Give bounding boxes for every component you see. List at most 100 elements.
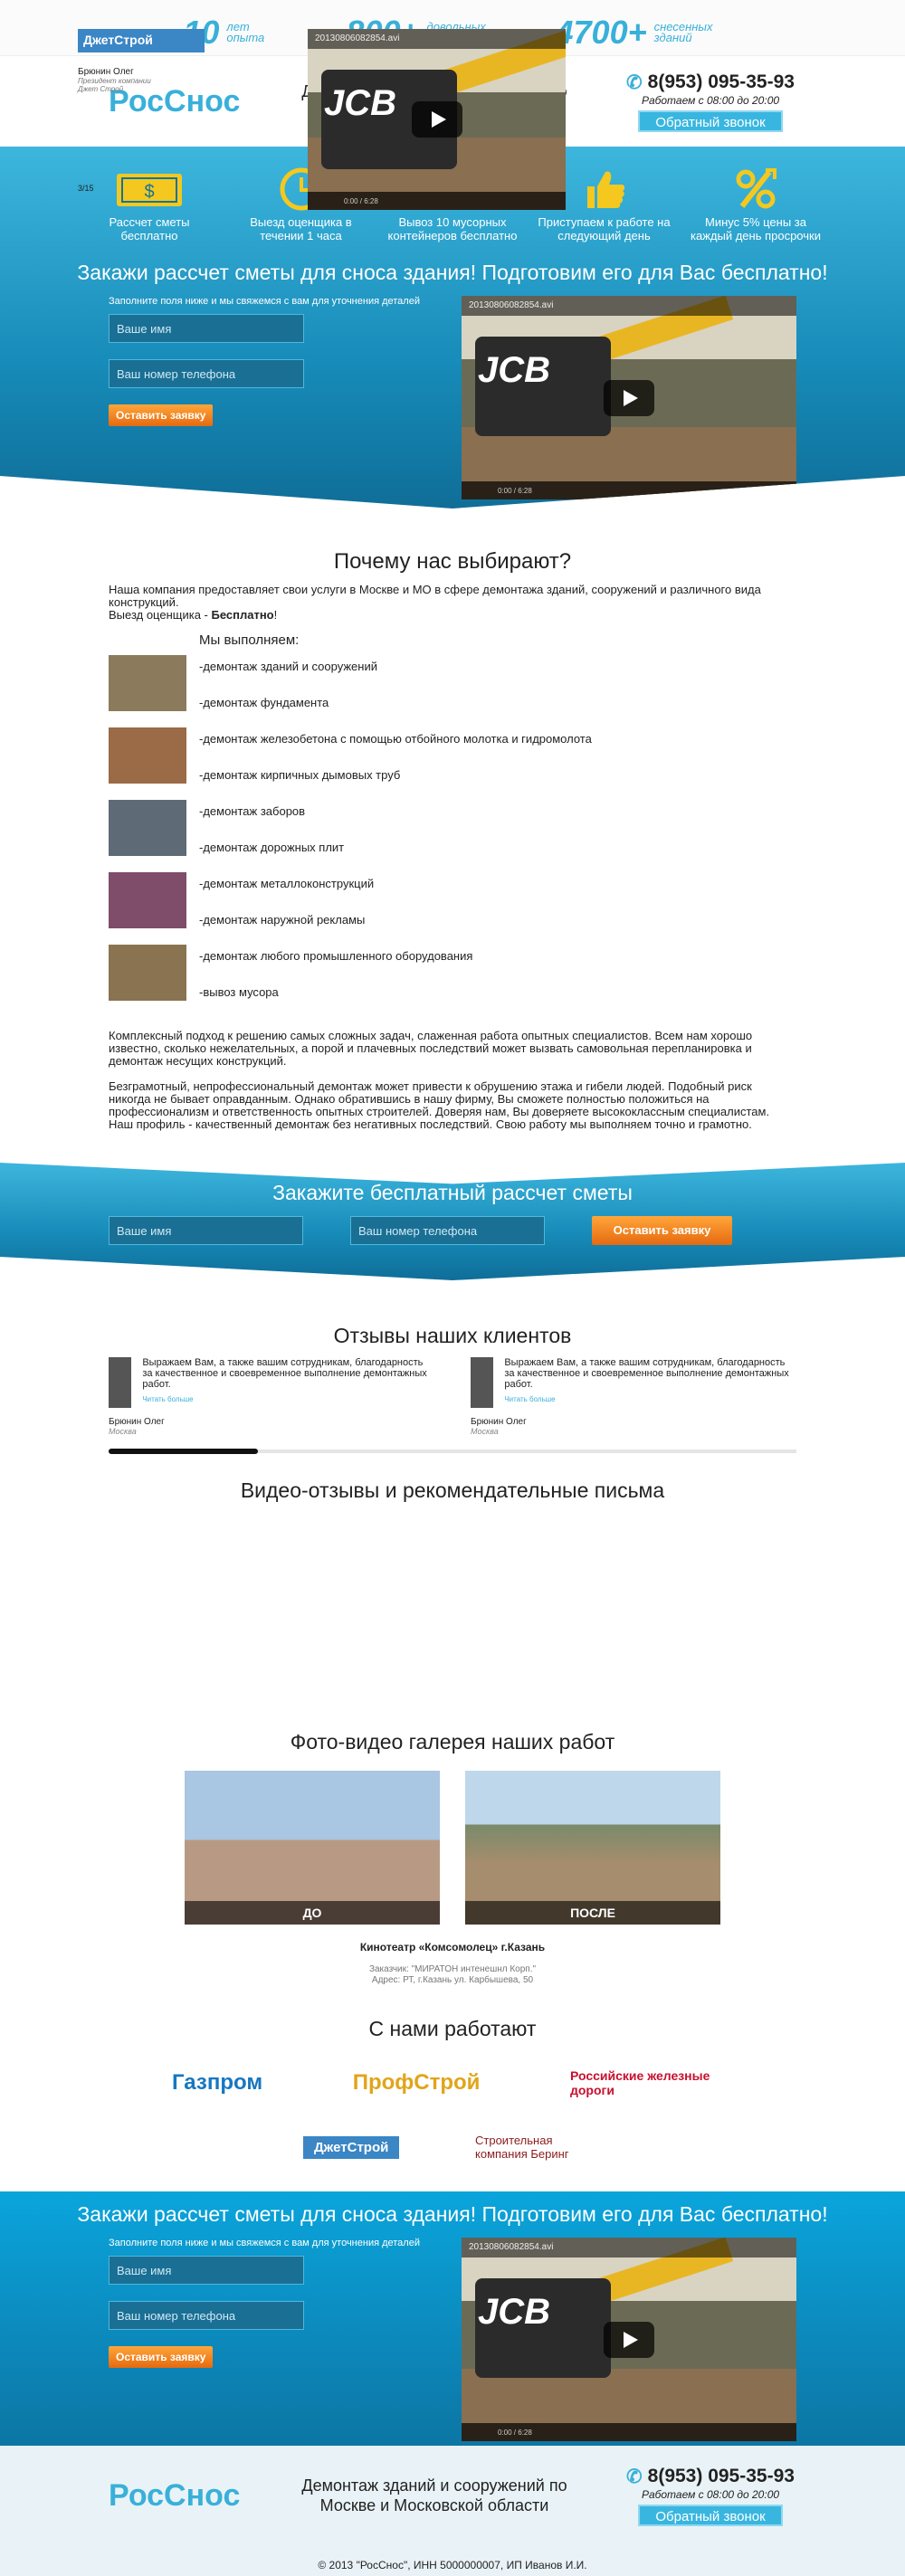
footer-header: РосСнос Демонтаж зданий и сооружений по … — [0, 2446, 905, 2554]
partner-logo: Строительная компания Беринг — [475, 2134, 569, 2161]
video-time: 0:00 / 6:28 — [308, 192, 566, 210]
hero-form: Заполните поля ниже и мы свяжемся с вам … — [109, 296, 434, 499]
person-role: Президент компании — [78, 77, 151, 85]
phone-input[interactable]: Ваш номер телефона — [350, 1216, 545, 1245]
submit-button[interactable]: Оставить заявку — [592, 1216, 732, 1245]
play-icon[interactable] — [604, 2321, 654, 2358]
bottom-title: Закажи рассчет сметы для сноса здания! П… — [77, 2202, 828, 2226]
logo[interactable]: РосСнос — [109, 2478, 244, 2514]
bottom-form-row: Заполните поля ниже и мы свяжемся с вам … — [109, 2238, 796, 2441]
why-title: Почему нас выбирают? — [333, 549, 572, 574]
stat-label: лет опыта — [226, 19, 265, 44]
person-name: Брюнин Олег — [78, 67, 134, 77]
video-player[interactable]: JCB 20130806082854.avi 0:00 / 6:28 — [462, 2238, 796, 2441]
order-form: Ваше имя Ваш номер телефона Оставить зая… — [109, 1216, 796, 1245]
service-item: -демонтаж зданий и сооружений — [199, 660, 377, 673]
feature-text: Выезд оценщика в течении 1 часа — [250, 215, 352, 242]
feature-text: Вывоз 10 мусорных контейнеров бесплатно — [387, 215, 518, 242]
phone-input[interactable]: Ваш номер телефона — [109, 2301, 304, 2330]
video-player[interactable]: JCB 20130806082854.avi 0:00 / 6:28 — [462, 296, 796, 499]
video-time: 0:00 / 6:28 — [462, 2423, 796, 2441]
footer-contacts: ✆ 8(953) 095-35-93 Работаем с 08:00 до 20… — [624, 2466, 796, 2526]
phone-number[interactable]: ✆ 8(953) 095-35-93 — [624, 2466, 796, 2488]
service-item: -демонтаж железобетона с помощью отбойно… — [199, 732, 592, 746]
review-author: Брюнин Олег Москва — [109, 1417, 165, 1436]
partners-title: С нами работают — [368, 2017, 537, 2040]
stat-label: снесенных зданий — [653, 19, 713, 44]
video-title: 20130806082854.avi — [308, 29, 566, 49]
name-input[interactable]: Ваше имя — [109, 2256, 304, 2285]
hero-form-row: Заполните поля ниже и мы свяжемся с вам … — [109, 296, 796, 499]
service-photo — [109, 945, 186, 1001]
partner-logo: ПрофСтрой — [352, 2070, 481, 2095]
reviews-scrollbar[interactable] — [109, 1449, 796, 1454]
why-paragraph: Безграмотный, непрофессиональный демонта… — [109, 1079, 770, 1131]
partner-logo: ДжетСтрой — [303, 2135, 400, 2159]
why-section: Почему нас выбирают? Наша компания предо… — [109, 549, 796, 1131]
after-photo[interactable]: ПОСЛЕ — [465, 1771, 720, 1925]
feature-text: Приступаем к работе на следующий день — [538, 215, 671, 242]
address-line: Адрес: РТ, г.Казань ул. Карбышева, 50 — [371, 1975, 534, 1985]
scroll-thumb[interactable] — [109, 1449, 258, 1454]
video-brand: JCB — [478, 2292, 551, 2332]
partners-row: Газпром ПрофСтрой Российские железные до… — [172, 2068, 733, 2097]
service-item: -вывоз мусора — [199, 985, 279, 999]
service-item: -демонтаж любого промышленного оборудова… — [199, 949, 473, 963]
bottom-form: Заполните поля ниже и мы свяжемся с вам … — [109, 2238, 434, 2441]
stat-number: 4700+ — [555, 13, 647, 51]
before-photo[interactable]: ДО — [185, 1771, 440, 1925]
service-photo — [109, 800, 186, 856]
phone-number[interactable]: ✆ 8(953) 095-35-93 — [624, 71, 796, 94]
submit-button[interactable]: Оставить заявку — [109, 2346, 214, 2368]
before-label: ДО — [185, 1901, 440, 1925]
after-label: ПОСЛЕ — [465, 1901, 720, 1925]
gallery-section: Фото-видео галерея наших работ ‹ › ДО ПО… — [109, 1730, 796, 1986]
reviews-section: Отзывы наших клиентов Выражаем Вам, а та… — [109, 1324, 796, 1454]
feature-text: Рассчет сметы бесплатно — [109, 215, 190, 242]
header-contacts: ✆ 8(953) 095-35-93 Работаем с 08:00 до 20… — [624, 71, 796, 132]
read-more-link[interactable]: Читать больше — [142, 1395, 434, 1403]
gallery-images: ДО ПОСЛЕ — [109, 1771, 796, 1925]
name-input[interactable]: Ваше имя — [109, 314, 304, 343]
visit-line: Выезд оценщика - Бесплатно! — [109, 608, 278, 622]
stat-buildings: 4700+ снесенных зданий — [556, 9, 722, 55]
why-paragraph: Комплексный подход к решению самых сложн… — [109, 1029, 753, 1068]
client-line: Заказчик: "МИРАТОН интенешнл Корп." — [368, 1964, 537, 1974]
feature-text: Минус 5% цены за каждый день просрочки — [691, 215, 821, 242]
working-hours: Работаем с 08:00 до 20:00 — [641, 93, 780, 107]
phone-input[interactable]: Ваш номер телефона — [109, 359, 304, 388]
video-reviews-section: Видео-отзывы и рекомендательные письма ‹… — [78, 29, 796, 1687]
video-time: 0:00 / 6:28 — [462, 481, 796, 499]
reviews-list: Выражаем Вам, а также вашим сотрудникам,… — [109, 1357, 796, 1437]
video-reviews-title: Видео-отзывы и рекомендательные письма — [240, 1478, 665, 1502]
service-item: -демонтаж наружной рекламы — [199, 913, 366, 927]
company-logo: ДжетСтрой — [78, 29, 205, 52]
partner-logo: Газпром — [172, 2070, 263, 2095]
play-icon[interactable] — [411, 101, 462, 138]
name-input[interactable]: Ваше имя — [109, 1216, 303, 1245]
copyright: © 2013 "РосСнос", ИНН 5000000007, ИП Ива… — [0, 2554, 905, 2576]
review-card: Выражаем Вам, а также вашим сотрудникам,… — [109, 1357, 434, 1437]
read-more-link[interactable]: Читать больше — [504, 1395, 796, 1403]
phone-icon: ✆ — [626, 2466, 643, 2487]
service-item: -демонтаж фундамента — [199, 696, 329, 709]
review-text: Выражаем Вам, а также вашим сотрудникам,… — [142, 1357, 427, 1390]
video-title: 20130806082854.avi — [462, 2238, 796, 2258]
callback-button[interactable]: Обратный звонок — [638, 109, 783, 132]
play-icon[interactable] — [604, 379, 654, 416]
person-company: Джет Строй — [78, 85, 124, 93]
video-brand: JCB — [478, 350, 551, 390]
object-name: Кинотеатр «Комсомолец» г.Казань — [359, 1941, 546, 1953]
service-photo — [109, 655, 186, 711]
order-section: Закажите бесплатный рассчет сметы Ваше и… — [0, 1163, 905, 1280]
feature-discount: Минус 5% цены за каждый день просрочки — [688, 163, 824, 242]
service-item: -демонтаж заборов — [199, 804, 306, 818]
service-photo — [109, 727, 186, 784]
gallery-title: Фото-видео галерея наших работ — [290, 1730, 615, 1754]
callback-button[interactable]: Обратный звонок — [638, 2504, 783, 2526]
submit-button[interactable]: Оставить заявку — [109, 404, 214, 426]
thumbs-up-icon — [586, 171, 624, 208]
services-text: -демонтаж зданий и сооружений -демонтаж … — [199, 655, 796, 1017]
phone-icon: ✆ — [626, 71, 643, 93]
video-player[interactable]: JCB 20130806082854.avi 0:00 / 6:28 — [308, 29, 566, 210]
